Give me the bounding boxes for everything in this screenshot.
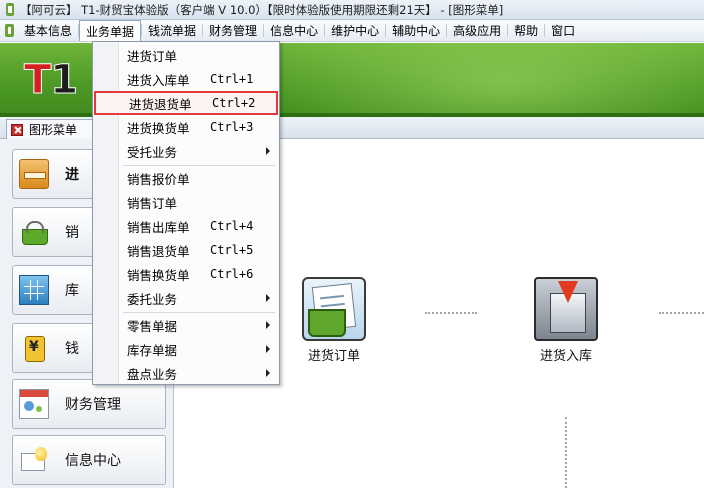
- submenu-arrow-icon: [266, 147, 270, 155]
- sidebar-item-label: 进: [65, 167, 79, 183]
- menu-business-docs[interactable]: 业务单据: [79, 20, 142, 41]
- app-icon: [4, 3, 16, 16]
- menu-item-consignment-in[interactable]: 受托业务: [94, 139, 278, 163]
- node-label: 进货订单: [307, 349, 360, 364]
- sidebar-item-label: 钱: [65, 341, 79, 357]
- sidebar-item-label: 销: [65, 225, 79, 241]
- menu-item-purchase-exchange[interactable]: 进货换货单 Ctrl+3: [94, 115, 278, 139]
- menu-auxiliary[interactable]: 辅助中心: [386, 20, 446, 41]
- node-stock-in[interactable]: 进货入库: [526, 277, 606, 364]
- shortcut-label: Ctrl+2: [212, 96, 256, 110]
- submenu-arrow-icon: [266, 345, 270, 353]
- menu-help[interactable]: 帮助: [508, 20, 544, 41]
- menu-cashflow-docs[interactable]: 钱流单据: [142, 20, 202, 41]
- menu-item-purchase-return[interactable]: 进货退货单 Ctrl+2: [94, 91, 278, 115]
- basket-icon: [19, 217, 49, 247]
- menu-advanced[interactable]: 高级应用: [447, 20, 507, 41]
- flow-connector: [565, 417, 567, 488]
- shortcut-label: Ctrl+3: [210, 120, 254, 134]
- menu-item-sales-return[interactable]: 销售退货单 Ctrl+5: [94, 238, 278, 262]
- menu-basic-info[interactable]: 基本信息: [18, 20, 78, 41]
- title-bar: 【阿可云】 T1-财贸宝体验版（客户端 V 10.0）【限时体验版使用期限还剩2…: [0, 0, 704, 20]
- coin-icon: [19, 333, 49, 363]
- sidebar-item-label: 财务管理: [65, 397, 121, 413]
- menu-item-sales-delivery[interactable]: 销售出库单 Ctrl+4: [94, 214, 278, 238]
- product-logo: T1: [23, 57, 78, 104]
- calendar-icon: [19, 389, 49, 419]
- window-title: 【阿可云】 T1-财贸宝体验版（客户端 V 10.0）【限时体验版使用期限还剩2…: [20, 2, 504, 17]
- submenu-arrow-icon: [266, 369, 270, 377]
- menu-item-retail-docs[interactable]: 零售单据: [94, 313, 278, 337]
- menu-info-center[interactable]: 信息中心: [264, 20, 324, 41]
- sidebar-item-info-center[interactable]: 信息中心: [12, 435, 166, 485]
- sidebar-item-label: 库: [65, 283, 79, 299]
- shortcut-label: Ctrl+6: [210, 267, 254, 281]
- menu-item-purchase-receipt[interactable]: 进货入库单 Ctrl+1: [94, 67, 278, 91]
- app-menu-icon[interactable]: [0, 20, 18, 41]
- stock-in-icon: [534, 277, 598, 341]
- sidebar-item-finance[interactable]: 财务管理: [12, 379, 166, 429]
- node-purchase-order[interactable]: 进货订单: [294, 277, 374, 364]
- shortcut-label: Ctrl+5: [210, 243, 254, 257]
- flow-connector: [659, 312, 704, 314]
- menu-item-sales-quote[interactable]: 销售报价单: [94, 166, 278, 190]
- menu-item-sales-order[interactable]: 销售订单: [94, 190, 278, 214]
- node-label: 进货入库: [539, 349, 592, 364]
- menu-item-inventory-docs[interactable]: 库存单据: [94, 337, 278, 361]
- menu-maintenance[interactable]: 维护中心: [325, 20, 385, 41]
- submenu-arrow-icon: [266, 321, 270, 329]
- sidebar-item-label: 信息中心: [65, 453, 121, 469]
- menu-bar: 基本信息 业务单据 钱流单据 财务管理 信息中心 维护中心 辅助中心 高级应用 …: [0, 20, 704, 42]
- menu-finance[interactable]: 财务管理: [203, 20, 263, 41]
- menu-item-sales-exchange[interactable]: 销售换货单 Ctrl+6: [94, 262, 278, 286]
- flow-connector: [425, 312, 477, 314]
- shopping-cart-icon: [19, 159, 49, 189]
- menu-item-stocktake[interactable]: 盘点业务: [94, 361, 278, 385]
- shortcut-label: Ctrl+4: [210, 219, 254, 233]
- shortcut-label: Ctrl+1: [210, 72, 254, 86]
- business-docs-dropdown: 进货订单 进货入库单 Ctrl+1 进货退货单 Ctrl+2 进货换货单 Ctr…: [92, 41, 280, 385]
- tab-label: 图形菜单: [29, 123, 78, 137]
- close-icon[interactable]: [11, 123, 23, 136]
- menu-window[interactable]: 窗口: [545, 20, 581, 41]
- submenu-arrow-icon: [266, 294, 270, 302]
- menu-item-purchase-order[interactable]: 进货订单: [94, 43, 278, 67]
- menu-item-consignment-out[interactable]: 委托业务: [94, 286, 278, 310]
- purchase-order-icon: [302, 277, 366, 341]
- info-bulb-icon: [19, 445, 49, 475]
- tab-graphic-menu[interactable]: 图形菜单: [6, 119, 102, 139]
- grid-icon: [19, 275, 49, 305]
